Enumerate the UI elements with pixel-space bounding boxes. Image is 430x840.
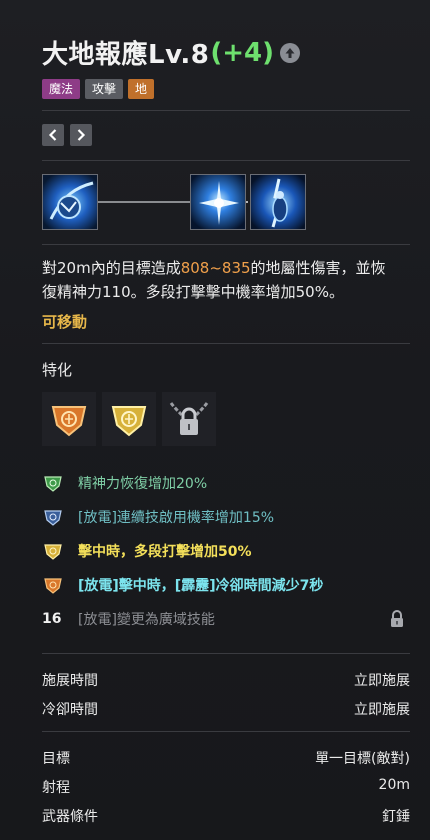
divider: [42, 244, 410, 245]
stat-label: 目標: [42, 751, 70, 767]
movable-label: 可移動: [42, 313, 88, 331]
specialization-icons: [42, 392, 216, 446]
spec-item[interactable]: 擊中時，多段打擊增加50%: [42, 534, 410, 568]
divider: [42, 653, 410, 654]
stat-label: 施展時間: [42, 673, 98, 689]
tag-magic: 魔法: [42, 79, 81, 99]
stat-value: 立即施展: [354, 702, 410, 718]
title-row: 大地報應Lv.8 (+4): [42, 34, 301, 71]
spec-slot-2[interactable]: [102, 392, 156, 446]
chevron-right-icon: [77, 129, 86, 141]
spec-slot-1[interactable]: [42, 392, 96, 446]
spec-item[interactable]: 精神力恢復增加20%: [42, 466, 410, 500]
spec-item-locked[interactable]: 16 [放電]變更為廣域技能: [42, 602, 410, 636]
stat-cooldown: 冷卻時間 立即施展: [42, 699, 410, 719]
next-button[interactable]: [70, 124, 92, 146]
blue-shield-icon: [42, 506, 64, 528]
level-up-icon[interactable]: [280, 42, 301, 63]
stat-value: 立即施展: [354, 673, 410, 689]
chain-connector: [98, 201, 190, 203]
spec-item-text: 擊中時，多段打擊增加50%: [78, 544, 252, 560]
divider: [42, 110, 410, 111]
gold-shield-icon: [42, 540, 64, 562]
stat-cast-time: 施展時間 立即施展: [42, 670, 410, 690]
damage-range: 808~835: [180, 259, 251, 277]
prev-button[interactable]: [42, 124, 64, 146]
skill-tooltip: 大地報應Lv.8 (+4) 魔法 攻擊 地 對20m內的目標造成808~835的…: [0, 0, 430, 840]
divider: [42, 343, 410, 344]
skill-title: 大地報應Lv.8: [42, 40, 210, 70]
lock-icon: [390, 610, 404, 632]
stat-weapon: 武器條件 釘錘: [42, 806, 410, 826]
skill-nav: [42, 124, 92, 146]
spec-item[interactable]: [放電]擊中時，[霹靂]冷卻時間減少7秒: [42, 568, 410, 602]
stat-label: 射程: [42, 780, 70, 796]
stat-value: 20m: [378, 777, 410, 793]
orange-shield-icon: [42, 574, 64, 596]
spec-item[interactable]: [放電]連續技啟用機率增加15%: [42, 500, 410, 534]
description-text: 對20m內的目標造成: [42, 259, 181, 277]
stat-label: 冷卻時間: [42, 702, 98, 718]
skill-chain: [42, 174, 306, 230]
gold-shield-icon: [111, 406, 147, 437]
spec-item-text: 精神力恢復增加20%: [78, 476, 208, 492]
stat-label: 武器條件: [42, 809, 98, 825]
tag-attack: 攻擊: [85, 79, 124, 99]
divider: [42, 160, 410, 161]
green-shield-icon: [42, 472, 64, 494]
spec-slot-locked[interactable]: [162, 392, 216, 446]
stat-range: 射程 20m: [42, 777, 410, 797]
spec-item-text: [放電]連續技啟用機率增加15%: [78, 510, 275, 526]
skill-description: 對20m內的目標造成808~835的地屬性傷害，並恢復精神力110。多段打擊擊中…: [42, 256, 392, 304]
specialization-list: 精神力恢復增加20% [放電]連續技啟用機率增加15% 擊中時，多段打擊增加50…: [42, 466, 410, 636]
skill-bonus-level: (+4): [210, 37, 275, 68]
skill-chain-icon-3[interactable]: [250, 174, 306, 230]
divider: [42, 731, 410, 732]
specialization-title: 特化: [42, 361, 73, 379]
orange-shield-icon: [51, 406, 87, 437]
spec-item-text: [放電]擊中時，[霹靂]冷卻時間減少7秒: [78, 578, 324, 594]
tag-earth: 地: [128, 79, 155, 99]
stat-target: 目標 單一目標(敵對): [42, 748, 410, 768]
chevron-left-icon: [48, 129, 57, 141]
skill-chain-icon-1[interactable]: [42, 174, 98, 230]
unlock-level: 16: [42, 611, 62, 627]
chain-lock-icon: [169, 402, 209, 435]
stat-value: 釘錘: [382, 809, 410, 825]
stat-value: 單一目標(敵對): [315, 751, 410, 767]
spec-item-text: [放電]變更為廣域技能: [78, 612, 215, 628]
tag-list: 魔法 攻擊 地: [42, 79, 155, 99]
skill-chain-icon-2[interactable]: [190, 174, 246, 230]
